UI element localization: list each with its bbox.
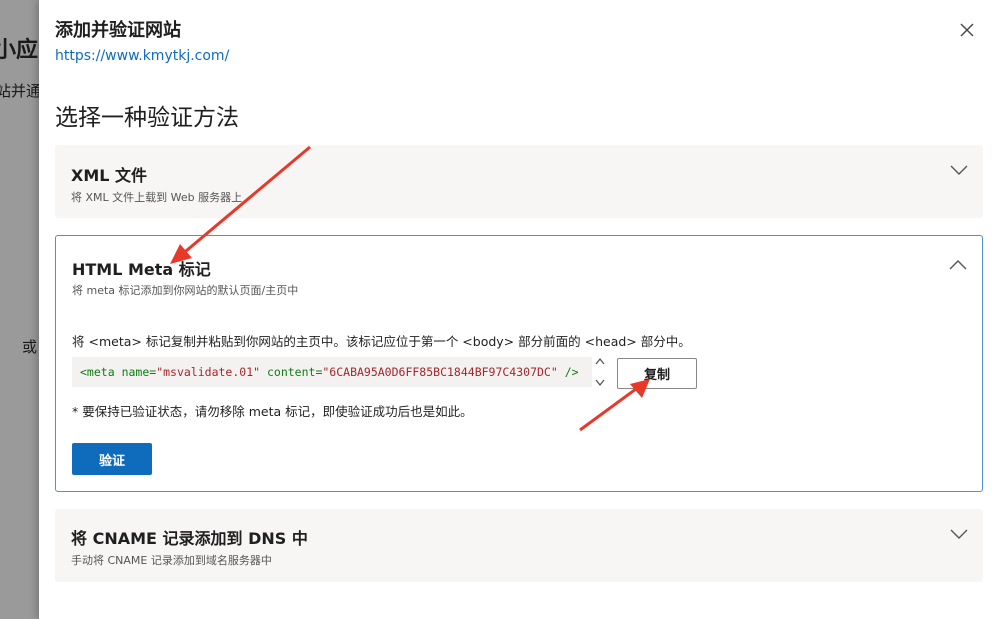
- background-subtitle-fragment: 站并通: [0, 82, 39, 100]
- meta-name-value: "msvalidate.01": [156, 365, 261, 379]
- background-title-fragment: 小应网: [0, 38, 39, 63]
- add-verify-site-panel: 添加并验证网站 https://www.kmytkj.com/ 选择一种验证方法…: [39, 0, 999, 619]
- meta-content-value: "6CABA95A0D6FF85BC1844BF97C4307DC": [322, 365, 558, 379]
- background-page: 小应网 站并通 或: [0, 0, 39, 619]
- scroll-down-icon[interactable]: [595, 379, 605, 387]
- verify-button[interactable]: 验证: [72, 443, 152, 475]
- chevron-down-icon[interactable]: [949, 163, 969, 177]
- chevron-up-icon[interactable]: [948, 258, 968, 272]
- meta-box-scrollbar[interactable]: [594, 357, 606, 387]
- meta-content-attr: content=: [266, 365, 323, 379]
- method-card-xml[interactable]: XML 文件 将 XML 文件上载到 Web 服务器上: [55, 145, 983, 218]
- panel-title: 添加并验证网站: [55, 20, 181, 41]
- method-title-html-meta: HTML Meta 标记: [72, 260, 211, 279]
- close-icon: [960, 23, 974, 37]
- method-desc-xml: 将 XML 文件上载到 Web 服务器上: [71, 191, 243, 204]
- meta-name-attr: name=: [121, 365, 157, 379]
- meta-tag-code-box[interactable]: <meta name= "msvalidate.01" content= "6CAB…: [72, 357, 592, 387]
- close-button[interactable]: [955, 18, 979, 42]
- method-desc-html-meta: 将 meta 标记添加到你网站的默认页面/主页中: [72, 284, 299, 297]
- meta-close-tag: />: [564, 365, 579, 379]
- method-title-xml: XML 文件: [71, 166, 148, 185]
- background-or-fragment: 或: [22, 338, 38, 356]
- method-card-html-meta[interactable]: HTML Meta 标记 将 meta 标记添加到你网站的默认页面/主页中 将 …: [55, 235, 983, 492]
- copy-button[interactable]: 复制: [617, 358, 697, 389]
- method-title-cname: 将 CNAME 记录添加到 DNS 中: [71, 529, 308, 548]
- method-card-cname[interactable]: 将 CNAME 记录添加到 DNS 中 手动将 CNAME 记录添加到域名服务器…: [55, 509, 983, 582]
- section-heading: 选择一种验证方法: [55, 105, 239, 131]
- method-desc-cname: 手动将 CNAME 记录添加到域名服务器中: [71, 554, 272, 567]
- site-url-link[interactable]: https://www.kmytkj.com/: [55, 48, 229, 64]
- chevron-down-icon[interactable]: [949, 527, 969, 541]
- meta-open-tag: <meta: [80, 365, 115, 379]
- meta-keep-note: * 要保持已验证状态，请勿移除 meta 标记，即使验证成功后也是如此。: [72, 404, 473, 419]
- scroll-up-icon[interactable]: [595, 357, 605, 365]
- meta-instruction-text: 将 <meta> 标记复制并粘贴到你网站的主页中。该标记应位于第一个 <body…: [72, 334, 691, 349]
